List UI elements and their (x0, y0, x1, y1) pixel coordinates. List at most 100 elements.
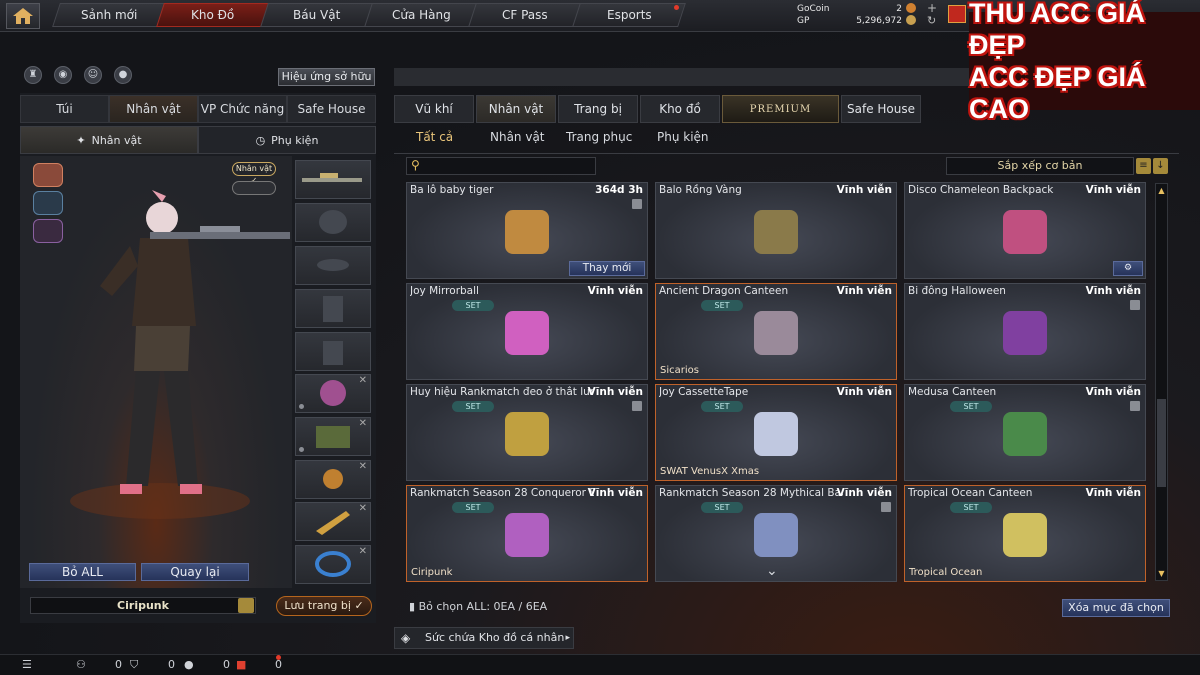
scrollbar[interactable]: ▲ ▼ (1155, 183, 1168, 581)
slot-helmet[interactable] (295, 203, 371, 242)
scroll-thumb[interactable] (1157, 399, 1166, 487)
item-card[interactable]: Huy hiệu Rankmatch đeo ở thắt lưng Vĩnh v… (406, 384, 648, 481)
close-icon[interactable]: ✕ (359, 375, 367, 386)
nav-tab-shop[interactable]: Cửa Hàng (364, 3, 478, 27)
nav-tab-label: Cửa Hàng (391, 8, 451, 22)
nav-tab-label: CF Pass (502, 8, 548, 22)
nav-tab-cfpass[interactable]: CF Pass (468, 3, 582, 27)
right-tab-storage[interactable]: Kho đồ (640, 95, 720, 123)
right-tab-safehouse[interactable]: Safe House (841, 95, 921, 123)
right-tab-premium[interactable]: PREMIUM (722, 95, 839, 123)
shield-icon[interactable]: ⛉ (130, 658, 138, 672)
gocoin-icon (906, 3, 916, 13)
slot-badge[interactable]: ✕ (295, 374, 371, 413)
save-loadout-button[interactable]: Lưu trang bị ✓ (276, 596, 372, 616)
nav-tab-lobby[interactable]: Sảnh mới (52, 3, 166, 27)
trophy-icon[interactable]: ♜ (24, 66, 42, 84)
item-card[interactable]: Balo Rồng Vàng Vĩnh viễn (655, 182, 897, 279)
nav-tab-treasure[interactable]: Báu Vật (260, 3, 374, 27)
item-card[interactable]: Tropical Ocean Canteen Vĩnh viễn SET Tropic… (904, 485, 1146, 582)
add-coin-icon[interactable]: + (927, 1, 937, 15)
close-icon[interactable]: ✕ (359, 503, 367, 514)
trash-icon[interactable] (881, 502, 891, 512)
close-icon[interactable]: ✕ (359, 461, 367, 472)
character-badge[interactable]: Nhân vật ✓ (232, 162, 276, 185)
subtab-accessory[interactable]: ◷ Phụ kiện (198, 126, 376, 154)
camo-toggle[interactable] (232, 181, 276, 195)
close-icon[interactable]: ✕ (359, 546, 367, 557)
helmet-icon[interactable]: ● (114, 66, 132, 84)
item-card[interactable]: Joy CassetteTape Vĩnh viễn SET SWAT VenusX … (655, 384, 897, 481)
right-tab-equipment[interactable]: Trang bị (558, 95, 638, 123)
scroll-down-icon[interactable]: ▼ (1156, 568, 1167, 579)
scroll-up-icon[interactable]: ▲ (1156, 185, 1167, 196)
list-icon[interactable]: ≡ (1136, 158, 1151, 174)
list-icon[interactable]: ☰ (22, 658, 32, 671)
filter-costume[interactable]: Trang phục (566, 130, 632, 144)
slot-weapon[interactable] (295, 160, 371, 199)
nav-tab-inventory[interactable]: Kho Đồ (156, 3, 270, 27)
wing-slot-icon[interactable] (33, 219, 63, 243)
filter-accessory[interactable]: Phụ kiện (657, 130, 709, 144)
rank-icon[interactable] (948, 5, 966, 23)
sort-dropdown[interactable]: Sắp xếp cơ bản (946, 157, 1134, 175)
item-card[interactable]: Rankmatch Season 28 Conqueror BadgeVĩnh … (406, 485, 648, 582)
search-input[interactable]: ⚲ (406, 157, 596, 175)
renew-button[interactable]: Thay mới (569, 261, 645, 276)
back-button[interactable]: Quay lại (141, 563, 249, 581)
sort-down-icon[interactable]: ↓ (1153, 158, 1168, 174)
item-card[interactable]: Ancient Dragon Canteen Vĩnh viễn SET Sicari… (655, 283, 897, 380)
trash-icon[interactable] (1130, 401, 1140, 411)
remove-all-button[interactable]: Bỏ ALL (29, 563, 136, 581)
left-tab-character[interactable]: Nhân vật (109, 95, 198, 123)
item-name: Joy CassetteTape (659, 386, 749, 398)
nav-tab-esports[interactable]: Esports (572, 3, 686, 27)
item-card[interactable]: Bi đông Halloween Vĩnh viễn (904, 283, 1146, 380)
eye-icon[interactable]: ◉ (54, 66, 72, 84)
gear-icon[interactable]: ⚙ (1113, 261, 1143, 276)
nav-tab-label: Báu Vật (293, 8, 341, 22)
item-card[interactable]: Disco Chameleon Backpack Vĩnh viễn ⚙ (904, 182, 1146, 279)
expand-down-icon[interactable]: ⌄ (766, 563, 778, 579)
trash-icon[interactable] (632, 199, 642, 209)
left-tab-safehouse[interactable]: Safe House (287, 95, 376, 123)
trash-icon[interactable] (1130, 300, 1140, 310)
home-button[interactable] (6, 3, 40, 29)
item-image (505, 210, 549, 255)
character-slot-icon[interactable] (33, 163, 63, 187)
left-tab-vp[interactable]: VP Chức năng (198, 95, 287, 123)
item-image (1003, 311, 1047, 356)
effect-button[interactable]: Hiệu ứng sở hữu (278, 68, 375, 86)
filter-all[interactable]: Tất cả (416, 130, 453, 144)
friends-icon[interactable]: ⚇ (76, 658, 86, 671)
close-icon[interactable]: ✕ (359, 418, 367, 429)
subtab-character[interactable]: ✦ Nhân vật (20, 126, 198, 154)
gift-icon[interactable]: ■ (236, 658, 246, 671)
item-duration: Vĩnh viễn (1085, 285, 1141, 297)
item-card[interactable]: Ba lô baby tiger 364d 3h Thay mới (406, 182, 648, 279)
slot-grenade[interactable]: ✕ (295, 545, 371, 584)
set-badge: SET (452, 300, 494, 311)
menu-icon[interactable] (238, 598, 254, 613)
right-tab-character[interactable]: Nhân vật (476, 95, 556, 123)
refresh-icon[interactable]: ↻ (927, 14, 936, 27)
mask-slot-icon[interactable] (33, 191, 63, 215)
pose-icon[interactable]: ☺ (84, 66, 102, 84)
right-tab-weapon[interactable]: Vũ khí (394, 95, 474, 123)
slot-vest[interactable] (295, 289, 371, 328)
delete-selected-button[interactable]: Xóa mục đã chọn (1062, 599, 1170, 617)
capacity-button[interactable]: ◈ Sức chứa Kho đồ cá nhân ▸ (394, 627, 574, 649)
item-card[interactable]: Medusa Canteen Vĩnh viễn SET (904, 384, 1146, 481)
slot-knife[interactable]: ✕ (295, 502, 371, 541)
item-card[interactable]: Joy Mirrorball Vĩnh viễn SET (406, 283, 648, 380)
slot-backpack[interactable] (295, 332, 371, 371)
slot-charm[interactable]: ✕ (295, 460, 371, 499)
trash-icon[interactable] (632, 401, 642, 411)
filter-character[interactable]: Nhân vật (490, 130, 545, 144)
item-duration: 364d 3h (595, 184, 643, 196)
slot-belt[interactable]: ✕ (295, 417, 371, 456)
promo-line-2: ACC ĐẸP GIÁ CAO (969, 62, 1146, 124)
slot-glasses[interactable] (295, 246, 371, 285)
chat-icon[interactable]: ● (184, 658, 194, 671)
left-tab-bag[interactable]: Túi (20, 95, 109, 123)
